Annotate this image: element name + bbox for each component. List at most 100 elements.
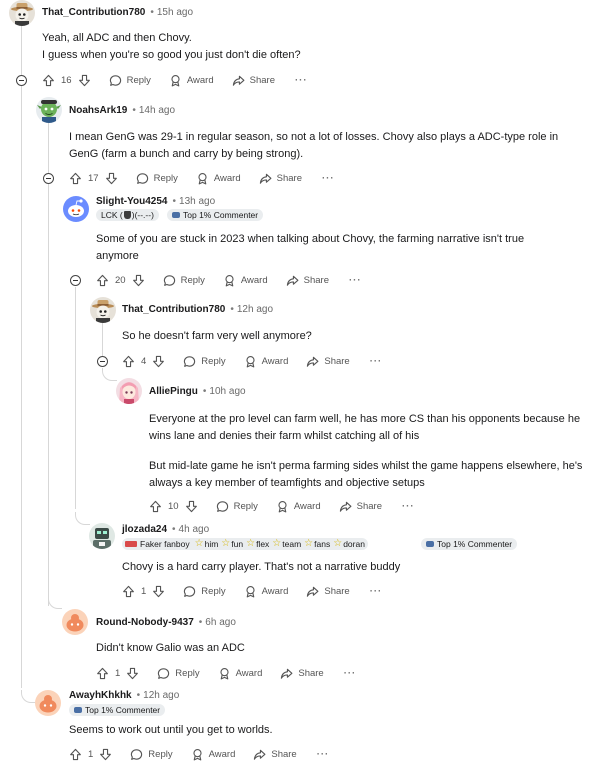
reply-button[interactable]: Reply: [136, 172, 178, 185]
upvote-icon[interactable]: [122, 355, 135, 368]
collapse-thread-button[interactable]: [43, 173, 54, 184]
share-button[interactable]: Share: [280, 667, 324, 680]
award-button[interactable]: Award: [169, 74, 214, 87]
award-button[interactable]: Award: [223, 274, 268, 287]
comment-text: I mean GenG was 29-1 in regular season, …: [69, 131, 559, 160]
award-button[interactable]: Award: [244, 355, 288, 368]
award-button[interactable]: Award: [191, 748, 235, 761]
comment-body: Didn't know Galio was an ADC: [96, 640, 566, 657]
username[interactable]: Slight-You4254: [96, 196, 168, 207]
downvote-icon[interactable]: [152, 585, 165, 598]
share-icon: [253, 748, 266, 761]
timestamp[interactable]: 10h ago: [209, 386, 245, 397]
timestamp[interactable]: 12h ago: [143, 690, 179, 701]
timestamp[interactable]: 6h ago: [205, 617, 236, 628]
username[interactable]: NoahsArk19: [69, 105, 127, 116]
avatar[interactable]: [62, 609, 88, 635]
reply-button[interactable]: Reply: [109, 74, 151, 87]
more-options-button[interactable]: ···: [317, 749, 330, 760]
reply-button[interactable]: Reply: [183, 355, 226, 368]
share-button[interactable]: Share: [286, 274, 329, 287]
comment-text: I guess when you're so good you just don…: [42, 49, 301, 61]
upvote-icon[interactable]: [69, 748, 82, 761]
downvote-icon[interactable]: [78, 74, 91, 87]
avatar[interactable]: [90, 297, 116, 323]
award-icon: [196, 172, 209, 185]
username[interactable]: jlozada24: [122, 524, 167, 535]
thread-line-elbow: [75, 512, 90, 525]
avatar[interactable]: [35, 690, 61, 716]
thread-line: [75, 287, 76, 509]
award-button[interactable]: Award: [196, 172, 241, 185]
downvote-icon[interactable]: [126, 667, 139, 680]
avatar[interactable]: [63, 196, 89, 222]
avatar[interactable]: [36, 97, 62, 123]
award-button[interactable]: Award: [218, 667, 262, 680]
comment-actions: 20 Reply Award Share ···: [96, 272, 362, 288]
more-options-button[interactable]: ···: [322, 173, 335, 184]
share-button[interactable]: Share: [253, 748, 297, 761]
reply-button[interactable]: Reply: [157, 667, 200, 680]
share-button[interactable]: Share: [306, 585, 350, 598]
more-options-button[interactable]: ···: [402, 501, 415, 512]
share-button[interactable]: Share: [232, 74, 275, 87]
username[interactable]: AlliePingu: [149, 386, 198, 397]
avatar[interactable]: [9, 0, 35, 26]
user-flair-lck: LCK ()(--.--): [96, 209, 159, 221]
award-button[interactable]: Award: [244, 585, 288, 598]
reply-icon: [136, 172, 149, 185]
share-button[interactable]: Share: [259, 172, 302, 185]
top-commenter-badge: Top 1% Commenter: [167, 209, 264, 221]
timestamp[interactable]: 12h ago: [237, 304, 273, 315]
comment-header: Slight-You4254 • 13h ago: [96, 196, 216, 207]
more-options-button[interactable]: ···: [344, 668, 357, 679]
reply-button[interactable]: Reply: [130, 748, 173, 761]
upvote-icon[interactable]: [122, 585, 135, 598]
downvote-icon[interactable]: [99, 748, 112, 761]
username[interactable]: Round-Nobody-9437: [96, 617, 194, 628]
upvote-icon[interactable]: [42, 74, 55, 87]
downvote-icon[interactable]: [185, 500, 198, 513]
more-options-button[interactable]: ···: [370, 356, 383, 367]
award-button[interactable]: Award: [276, 500, 321, 513]
downvote-icon[interactable]: [152, 355, 165, 368]
reply-button[interactable]: Reply: [163, 274, 205, 287]
thread-line: [48, 122, 49, 606]
upvote-icon[interactable]: [96, 667, 109, 680]
share-icon: [259, 172, 272, 185]
username[interactable]: That_Contribution780: [122, 304, 225, 315]
reply-button[interactable]: Reply: [216, 500, 258, 513]
thread-line-elbow: [21, 690, 35, 703]
timestamp[interactable]: 14h ago: [139, 105, 175, 116]
upvote-icon[interactable]: [149, 500, 162, 513]
username[interactable]: AwayhKhkhk: [69, 690, 132, 701]
avatar[interactable]: [116, 378, 142, 404]
upvote-icon[interactable]: [69, 172, 82, 185]
share-button[interactable]: Share: [339, 500, 382, 513]
comment-actions: 1 Reply Award Share ···: [69, 746, 329, 762]
comment-header: That_Contribution780 • 12h ago: [122, 304, 274, 315]
top-commenter-icon: [74, 707, 82, 713]
reply-button[interactable]: Reply: [183, 585, 226, 598]
avatar[interactable]: [89, 523, 115, 549]
more-options-button[interactable]: ···: [295, 75, 308, 86]
award-icon: [218, 667, 231, 680]
collapse-thread-button[interactable]: [97, 356, 108, 367]
reply-icon: [157, 667, 170, 680]
more-options-button[interactable]: ···: [370, 586, 383, 597]
downvote-icon[interactable]: [132, 274, 145, 287]
comment-actions: 1 Reply Award Share ···: [122, 583, 382, 599]
more-options-button[interactable]: ···: [349, 275, 362, 286]
comment-header: jlozada24 • 4h ago: [122, 524, 210, 535]
upvote-icon[interactable]: [96, 274, 109, 287]
timestamp[interactable]: 13h ago: [179, 196, 215, 207]
top-commenter-badge: Top 1% Commenter: [69, 704, 166, 716]
timestamp[interactable]: 15h ago: [157, 7, 193, 18]
timestamp[interactable]: 4h ago: [179, 524, 210, 535]
collapse-thread-button[interactable]: [70, 275, 81, 286]
username[interactable]: That_Contribution780: [42, 7, 145, 18]
share-icon: [280, 667, 293, 680]
share-button[interactable]: Share: [306, 355, 350, 368]
collapse-thread-button[interactable]: [16, 75, 27, 86]
downvote-icon[interactable]: [105, 172, 118, 185]
